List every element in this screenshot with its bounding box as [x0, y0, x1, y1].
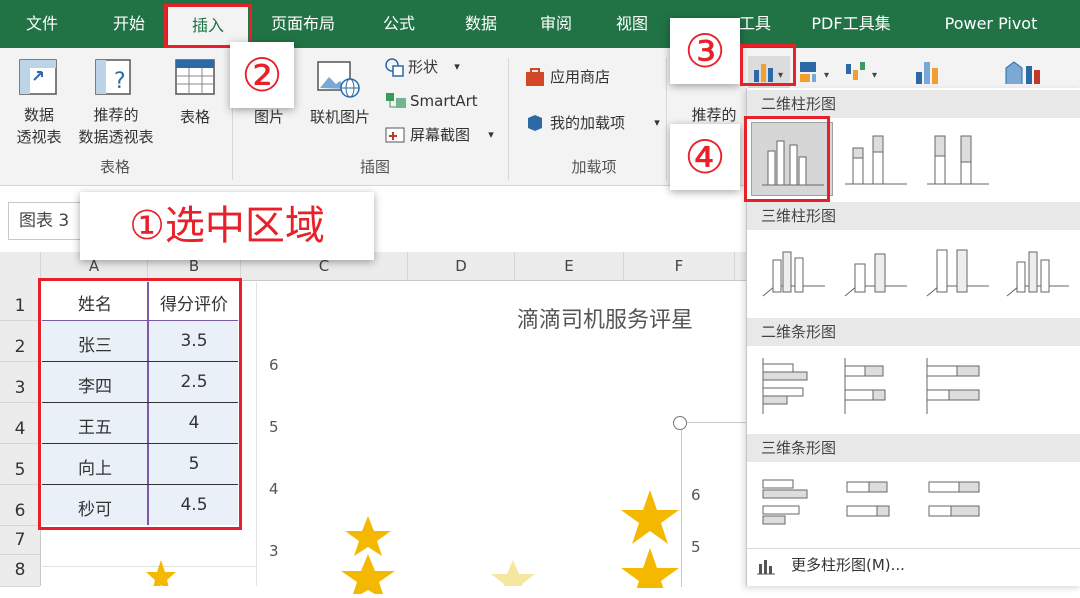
smartart-label[interactable]: SmartArt: [410, 90, 490, 112]
my-addins-label[interactable]: 我的加载项: [550, 112, 646, 134]
3d-clustered-bar-option[interactable]: [757, 466, 837, 538]
menu-pdf-tools[interactable]: PDF工具集: [796, 0, 906, 48]
ribbon-separator: [508, 58, 509, 180]
menu-view[interactable]: 视图: [600, 0, 664, 48]
group-label-illustrations: 插图: [359, 158, 390, 176]
screenshot-dropdown-icon[interactable]: ▾: [484, 124, 498, 146]
hierarchy-chart-button[interactable]: ▾: [796, 56, 838, 88]
map-3d-button[interactable]: [1000, 56, 1050, 88]
chart-area[interactable]: 滴滴司机服务评星 6 5 4 3 6 5: [256, 282, 748, 598]
menu-bar: 文件 开始 插入 页面布局 公式 数据 审阅 视图 工具 PDF工具集 Powe…: [0, 0, 1080, 48]
pivot-table-icon[interactable]: [18, 58, 60, 98]
picture-label[interactable]: 图片: [244, 106, 294, 128]
row-headers: 1 2 3 4 5 6 7 8: [0, 280, 41, 587]
recommended-pivot-label-1[interactable]: 推荐的: [78, 104, 154, 126]
row-header-1[interactable]: 1: [0, 280, 40, 321]
online-picture-icon[interactable]: [316, 58, 362, 100]
stacked-column-option[interactable]: [839, 122, 919, 194]
pivot-table-label-2[interactable]: 透视表: [4, 126, 74, 148]
star-icon: [621, 490, 679, 548]
inner-y-axis-tick: 6: [691, 486, 701, 504]
100-stacked-bar-option[interactable]: [921, 350, 1001, 422]
star-icon: [341, 554, 395, 598]
menu-formulas[interactable]: 公式: [362, 0, 436, 48]
row-header-2[interactable]: 2: [0, 321, 40, 362]
smartart-icon[interactable]: [384, 90, 408, 112]
new-chart-frame[interactable]: [681, 422, 748, 587]
star-icon: [146, 560, 176, 592]
screenshot-icon[interactable]: [384, 124, 408, 146]
star-icon: [621, 548, 679, 598]
store-label[interactable]: 应用商店: [550, 66, 630, 88]
group-label-tables: 表格: [99, 158, 130, 176]
3d-100-stacked-bar-option[interactable]: [921, 466, 1001, 538]
3d-stacked-bar-option[interactable]: [839, 466, 919, 538]
my-addins-dropdown-icon[interactable]: ▾: [650, 112, 664, 134]
3d-column-option[interactable]: [1001, 234, 1080, 306]
y-axis-tick: 3: [269, 542, 279, 560]
ribbon-separator: [666, 58, 667, 180]
table-icon[interactable]: [174, 58, 218, 98]
more-charts-icon[interactable]: [755, 556, 777, 576]
annotation-step-3: ③: [670, 18, 740, 84]
menu-home[interactable]: 开始: [92, 0, 166, 48]
column-header-f[interactable]: F: [624, 252, 735, 280]
menu-data[interactable]: 数据: [444, 0, 518, 48]
row-header-8[interactable]: 8: [0, 555, 40, 587]
menu-file[interactable]: 文件: [10, 0, 74, 48]
recommended-charts-label[interactable]: 推荐的: [684, 104, 744, 126]
resize-handle[interactable]: [673, 416, 687, 430]
annotation-box-column-chart-button: [740, 44, 796, 86]
column-header-d[interactable]: D: [408, 252, 515, 280]
table-label[interactable]: 表格: [166, 106, 224, 128]
annotation-box-clustered-column: [744, 116, 830, 202]
pivot-table-label-1[interactable]: 数据: [4, 104, 74, 126]
annotation-step-1: ①选中区域: [80, 192, 374, 260]
gallery-section-2d-column: 二维柱形图: [747, 90, 1080, 118]
gallery-section-3d-column: 三维柱形图: [747, 202, 1080, 230]
shapes-icon[interactable]: [384, 56, 406, 78]
gallery-section-2d-bar: 二维条形图: [747, 318, 1080, 346]
menu-page-layout[interactable]: 页面布局: [256, 0, 350, 48]
3d-stacked-column-option[interactable]: [839, 234, 919, 306]
svg-text:?: ?: [114, 69, 126, 94]
my-addins-icon[interactable]: [524, 112, 546, 134]
annotation-step-4: ④: [670, 124, 740, 190]
svg-text:▾: ▾: [872, 70, 877, 81]
menu-power-pivot[interactable]: Power Pivot: [926, 0, 1056, 48]
stacked-bar-option[interactable]: [839, 350, 919, 422]
svg-text:▾: ▾: [824, 70, 829, 81]
3d-clustered-column-option[interactable]: [757, 234, 837, 306]
recommended-pivot-label-2[interactable]: 数据透视表: [68, 126, 164, 148]
row-header-5[interactable]: 5: [0, 444, 40, 485]
row-header-4[interactable]: 4: [0, 403, 40, 444]
annotation-box-selection: [38, 278, 242, 530]
store-icon[interactable]: [524, 66, 546, 88]
row-header-3[interactable]: 3: [0, 362, 40, 403]
annotation-step-2: ②: [230, 42, 294, 108]
recommended-pivot-icon[interactable]: ?: [94, 58, 136, 98]
100-stacked-column-option[interactable]: [921, 122, 1001, 194]
gallery-section-3d-bar: 三维条形图: [747, 434, 1080, 462]
screenshot-label[interactable]: 屏幕截图: [410, 124, 488, 146]
pivot-chart-button[interactable]: [910, 56, 954, 88]
online-picture-label[interactable]: 联机图片: [302, 106, 378, 128]
row-header-6[interactable]: 6: [0, 485, 40, 526]
more-charts-link[interactable]: 更多柱形图(M)...: [791, 554, 905, 575]
inner-y-axis-tick: 5: [691, 538, 701, 556]
gallery-divider: [747, 548, 1080, 549]
row-header-7[interactable]: 7: [0, 526, 40, 555]
select-all-corner[interactable]: [0, 252, 41, 280]
3d-100-stacked-column-option[interactable]: [921, 234, 1001, 306]
clustered-bar-option[interactable]: [757, 350, 837, 422]
group-label-addins: 加载项: [571, 158, 617, 176]
y-axis-tick: 6: [269, 356, 279, 374]
menu-review[interactable]: 审阅: [524, 0, 588, 48]
waterfall-chart-button[interactable]: ▾: [842, 56, 886, 88]
chart-title[interactable]: 滴滴司机服务评星: [517, 302, 757, 334]
shapes-dropdown-icon[interactable]: ▾: [450, 56, 464, 78]
column-header-e[interactable]: E: [515, 252, 624, 280]
y-axis-tick: 5: [269, 418, 279, 436]
y-axis-tick: 4: [269, 480, 279, 498]
